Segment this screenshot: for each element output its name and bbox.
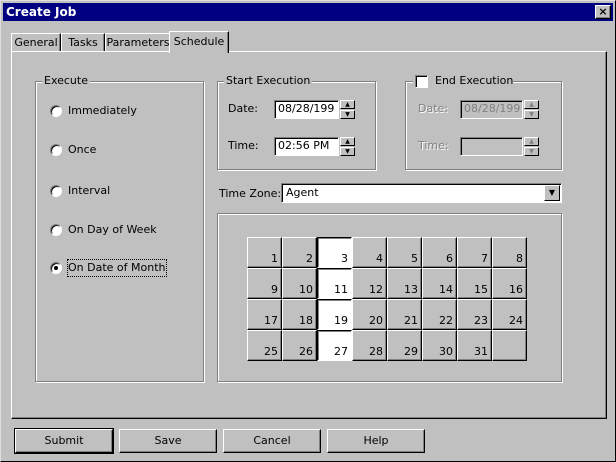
end-date-label: Date: [418, 102, 448, 115]
calendar-day-9[interactable]: 9 [247, 268, 282, 299]
radio-circle[interactable] [50, 105, 62, 117]
end-date-field: 08/28/199 [460, 100, 523, 119]
calendar-day-7[interactable]: 7 [457, 237, 492, 268]
calendar-day-10[interactable]: 10 [282, 268, 317, 299]
calendar-day-21[interactable]: 21 [387, 299, 422, 330]
radio-circle[interactable] [50, 185, 62, 197]
help-button-label: Help [363, 434, 389, 447]
calendar-day-18[interactable]: 18 [282, 299, 317, 330]
tab-general-label: General [14, 36, 58, 49]
tab-general[interactable]: General [11, 33, 61, 52]
spin-up-icon[interactable]: ▲ [340, 137, 355, 146]
start-date-field[interactable]: 08/28/199 [274, 100, 339, 119]
calendar-day-28[interactable]: 28 [352, 330, 387, 361]
window-title: Create Job [6, 5, 77, 19]
start-execution-group: Start Execution [217, 74, 376, 170]
execute-group: Execute Immediately Once Interval On Day… [35, 74, 204, 382]
end-date-spinner: ▲ ▼ [524, 100, 539, 119]
tab-parameters-label: Parameters [106, 36, 170, 49]
tab-schedule-label: Schedule [173, 35, 225, 48]
start-time-field[interactable]: 02:56 PM [274, 137, 339, 156]
calendar-day-27[interactable]: 27 [317, 330, 352, 361]
calendar-day-5[interactable]: 5 [387, 237, 422, 268]
radio-immediately-label: Immediately [68, 104, 137, 117]
tab-schedule[interactable]: Schedule [169, 31, 229, 53]
end-time-spinner: ▲ ▼ [524, 137, 539, 156]
timezone-value: Agent [286, 186, 319, 199]
calendar-day-29[interactable]: 29 [387, 330, 422, 361]
calendar-day-8[interactable]: 8 [492, 237, 527, 268]
spin-down-icon[interactable]: ▼ [340, 147, 355, 156]
end-execution-checkbox[interactable] [415, 75, 428, 88]
calendar-day-31[interactable]: 31 [457, 330, 492, 361]
save-button[interactable]: Save [119, 429, 217, 453]
calendar-day-1[interactable]: 1 [247, 237, 282, 268]
radio-circle[interactable] [50, 144, 62, 156]
calendar-day-13[interactable]: 13 [387, 268, 422, 299]
end-time-label: Time: [418, 139, 449, 152]
spin-up-icon[interactable]: ▲ [340, 100, 355, 109]
end-execution-header: End Execution [413, 74, 513, 88]
calendar-day-30[interactable]: 30 [422, 330, 457, 361]
date-of-month-calendar: 1 2 3 4 5 6 7 8 9 10 11 12 13 14 15 16 17 18 19 20 21 22 23 24 2… [247, 237, 527, 361]
calendar-day-24[interactable]: 24 [492, 299, 527, 330]
spin-down-icon: ▼ [524, 147, 539, 156]
calendar-day-17[interactable]: 17 [247, 299, 282, 330]
timezone-select[interactable]: Agent ▼ [281, 183, 562, 203]
calendar-day-16[interactable]: 16 [492, 268, 527, 299]
start-time-spinner[interactable]: ▲ ▼ [340, 137, 355, 156]
calendar-day-14[interactable]: 14 [422, 268, 457, 299]
start-time-label: Time: [228, 139, 259, 152]
title-bar: Create Job × [3, 3, 613, 21]
end-execution-label: End Execution [435, 74, 514, 87]
calendar-day-15[interactable]: 15 [457, 268, 492, 299]
start-date-label: Date: [228, 102, 258, 115]
calendar-day-19[interactable]: 19 [317, 299, 352, 330]
spin-down-icon: ▼ [524, 110, 539, 119]
calendar-day-2[interactable]: 2 [282, 237, 317, 268]
start-date-spinner[interactable]: ▲ ▼ [340, 100, 355, 119]
spin-down-icon[interactable]: ▼ [340, 110, 355, 119]
tab-tasks[interactable]: Tasks [61, 33, 105, 52]
calendar-day-25[interactable]: 25 [247, 330, 282, 361]
tab-tasks-label: Tasks [68, 36, 98, 49]
execute-group-label: Execute [42, 74, 90, 88]
calendar-day-4[interactable]: 4 [352, 237, 387, 268]
radio-once-label: Once [68, 143, 97, 156]
submit-button-label: Submit [44, 434, 84, 447]
radio-circle-selected[interactable] [50, 262, 62, 274]
end-execution-group [405, 81, 562, 170]
radio-circle[interactable] [50, 224, 62, 236]
close-icon[interactable]: × [595, 5, 611, 19]
cancel-button[interactable]: Cancel [223, 429, 321, 453]
radio-on-date-of-month-label: On Date of Month [67, 259, 167, 277]
calendar-day-23[interactable]: 23 [457, 299, 492, 330]
end-time-field [460, 137, 523, 156]
timezone-label: Time Zone: [219, 187, 282, 200]
save-button-label: Save [154, 434, 182, 447]
radio-interval-label: Interval [68, 184, 111, 197]
calendar-day-6[interactable]: 6 [422, 237, 457, 268]
spin-up-icon: ▲ [524, 100, 539, 109]
calendar-day-26[interactable]: 26 [282, 330, 317, 361]
calendar-day-20[interactable]: 20 [352, 299, 387, 330]
calendar-day-3[interactable]: 3 [317, 237, 352, 268]
start-execution-label: Start Execution [224, 74, 313, 88]
submit-button[interactable]: Submit [14, 428, 114, 454]
tab-parameters[interactable]: Parameters [105, 33, 171, 52]
help-button[interactable]: Help [327, 429, 425, 453]
chevron-down-icon[interactable]: ▼ [544, 185, 560, 201]
cancel-button-label: Cancel [253, 434, 291, 447]
calendar-day-11[interactable]: 11 [317, 268, 352, 299]
calendar-day-12[interactable]: 12 [352, 268, 387, 299]
calendar-day-empty [492, 330, 527, 361]
radio-on-day-of-week-label: On Day of Week [68, 223, 157, 236]
calendar-day-22[interactable]: 22 [422, 299, 457, 330]
create-job-window: Create Job × General Tasks Parameters Sc… [0, 0, 616, 462]
spin-up-icon: ▲ [524, 137, 539, 146]
